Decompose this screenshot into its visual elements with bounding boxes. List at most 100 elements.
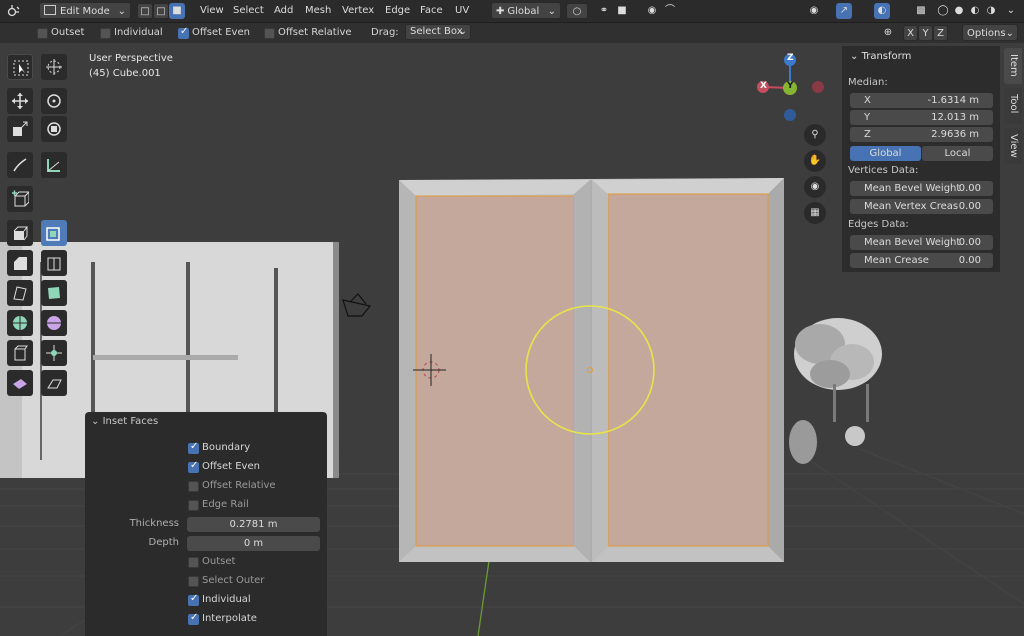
tab-item[interactable]: Item [1004, 48, 1022, 84]
rotate-tool[interactable] [41, 88, 67, 114]
menu-mesh[interactable]: Mesh [301, 2, 335, 19]
drag-dropdown[interactable]: Select Box ⌄ [405, 24, 471, 40]
pan-hand-icon[interactable]: ✋ [804, 150, 826, 172]
snap-icon[interactable]: ⚭ [596, 3, 612, 19]
options-dropdown[interactable]: Options ⌄ [962, 24, 1018, 41]
gizmo-x-label: X [760, 81, 767, 91]
measure-tool[interactable] [41, 152, 67, 178]
vertex-select-icon[interactable]: □ [137, 3, 153, 19]
mirror-y-button[interactable]: Y [918, 25, 933, 41]
inset-faces-tool[interactable] [41, 220, 67, 246]
move-tool[interactable] [7, 88, 33, 114]
menu-vertex[interactable]: Vertex [338, 2, 378, 19]
select-box-tool[interactable] [7, 54, 33, 80]
knife-tool[interactable] [7, 280, 33, 306]
median-x-field[interactable]: X -1.6314 m [850, 93, 993, 108]
shading-options-icon[interactable]: ⌄ [1003, 3, 1019, 19]
mirror-x-button[interactable]: X [903, 25, 918, 41]
boundary-checkbox[interactable] [188, 441, 199, 454]
operator-title: Inset Faces [102, 416, 159, 427]
op-offset-relative-checkbox[interactable] [188, 481, 199, 492]
menu-select[interactable]: Select [229, 2, 268, 19]
scale-tool[interactable] [7, 116, 33, 142]
depth-label: Depth [148, 537, 179, 548]
menu-edge[interactable]: Edge [381, 2, 414, 19]
global-toggle[interactable]: Global [850, 146, 921, 161]
bevel-tool[interactable] [7, 250, 33, 276]
mean-vertex-crease-field[interactable]: Mean Vertex Creas 0.00 [850, 199, 993, 214]
transform-tool[interactable] [41, 116, 67, 142]
pivot-point-icon[interactable]: ○ [566, 3, 588, 19]
rip-region-tool[interactable] [41, 370, 67, 396]
shading-wireframe-icon[interactable]: ◯ [935, 3, 951, 19]
tab-tool[interactable]: Tool [1004, 88, 1022, 124]
camera-view-icon[interactable]: ◉ [804, 176, 826, 198]
extrude-tool[interactable] [7, 220, 33, 246]
thickness-field[interactable]: 0.2781 m [187, 517, 320, 532]
mode-dropdown[interactable]: Edit Mode ⌄ [39, 2, 131, 19]
cursor-tool[interactable] [41, 54, 67, 80]
interpolate-checkbox[interactable] [188, 612, 199, 625]
op-individual-label: Individual [202, 594, 251, 605]
loop-cut-tool[interactable] [41, 250, 67, 276]
camera-object-icon[interactable] [342, 293, 372, 317]
navigation-gizmo[interactable] [750, 52, 830, 132]
spin-tool[interactable] [7, 310, 33, 336]
mirror-z-button[interactable]: Z [933, 25, 948, 41]
select-outer-checkbox[interactable] [188, 576, 199, 587]
edge-slide-tool[interactable] [7, 340, 33, 366]
menu-add[interactable]: Add [270, 2, 297, 19]
snap-target-icon[interactable]: ■ [614, 3, 630, 19]
face-select-icon[interactable]: ■ [169, 3, 185, 19]
shading-solid-icon[interactable]: ● [951, 3, 967, 19]
zoom-icon[interactable]: ⚲ [804, 124, 826, 146]
op-offset-even-checkbox[interactable] [188, 460, 199, 473]
individual-label: Individual [114, 27, 163, 38]
individual-checkbox[interactable] [100, 28, 111, 39]
mirror-icon[interactable]: ⊕ [880, 25, 896, 41]
shrink-fatten-tool[interactable] [41, 340, 67, 366]
gizmo-neg-z-icon[interactable] [784, 109, 796, 121]
menu-view[interactable]: View [196, 2, 228, 19]
visibility-eye-icon[interactable]: ◉ [806, 3, 822, 19]
add-cube-tool[interactable] [7, 186, 33, 212]
viewport-header: Edit Mode ⌄ □ □ ■ View Select Add Mesh V… [0, 0, 1024, 23]
edge-rail-checkbox[interactable] [188, 500, 199, 511]
edit-mode-icon [44, 5, 56, 15]
tab-view[interactable]: View [1004, 128, 1022, 164]
edge-select-icon[interactable]: □ [153, 3, 169, 19]
mean-bevel-weight-vertex-field[interactable]: Mean Bevel Weight 0.00 [850, 181, 993, 196]
editor-type-icon[interactable] [6, 3, 22, 19]
shading-material-icon[interactable]: ◐ [967, 3, 983, 19]
mean-bevel-weight-edge-field[interactable]: Mean Bevel Weight 0.00 [850, 235, 993, 250]
shear-tool[interactable] [7, 370, 33, 396]
median-z-field[interactable]: Z 2.9636 m [850, 127, 993, 142]
shading-rendered-icon[interactable]: ◑ [983, 3, 999, 19]
tab-tool-label: Tool [1008, 94, 1019, 114]
op-individual-checkbox[interactable] [188, 593, 199, 606]
smooth-tool[interactable] [41, 310, 67, 336]
door-mesh[interactable] [399, 178, 784, 562]
operator-header[interactable]: ⌄ Inset Faces [91, 416, 158, 427]
falloff-icon[interactable]: ⌒ [662, 3, 678, 19]
local-toggle[interactable]: Local [922, 146, 993, 161]
median-y-field[interactable]: Y 12.013 m [850, 110, 993, 125]
overlay-toggle-icon[interactable]: ◐ [874, 3, 890, 19]
ortho-grid-icon[interactable]: ▦ [804, 202, 826, 224]
outset-checkbox[interactable] [37, 28, 48, 39]
poly-build-tool[interactable] [41, 280, 67, 306]
annotate-tool[interactable] [7, 152, 33, 178]
proportional-edit-icon[interactable]: ◉ [644, 3, 660, 19]
menu-face[interactable]: Face [416, 2, 447, 19]
transform-header[interactable]: ⌄ Transform [850, 51, 911, 62]
offset-even-checkbox[interactable] [178, 26, 189, 39]
offset-relative-checkbox[interactable] [264, 28, 275, 39]
gizmo-toggle-icon[interactable]: ↗ [836, 3, 852, 19]
depth-field[interactable]: 0 m [187, 536, 320, 551]
mean-crease-field[interactable]: Mean Crease 0.00 [850, 253, 993, 268]
op-outset-checkbox[interactable] [188, 557, 199, 568]
orientation-dropdown[interactable]: ✚ Global ⌄ [491, 2, 561, 19]
menu-uv[interactable]: UV [451, 2, 473, 19]
gizmo-neg-x-icon[interactable] [812, 81, 824, 93]
xray-icon[interactable]: ▩ [913, 3, 929, 19]
